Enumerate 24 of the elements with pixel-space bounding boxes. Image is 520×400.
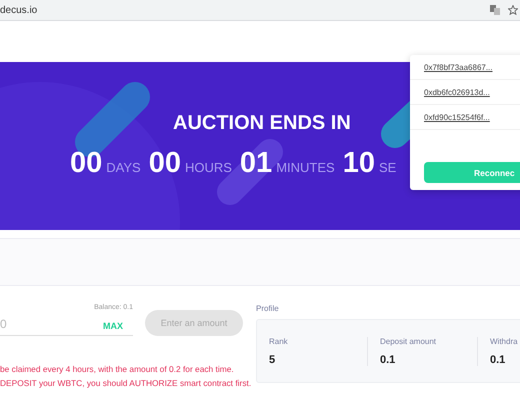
account-address-link[interactable]: 0x7f8bf73aa6867... [424,62,508,72]
url-text[interactable]: decus.io [0,4,490,16]
countdown-number: 01 [240,147,272,180]
stat-label: Rank [269,336,289,346]
countdown-number: 10 [342,147,375,180]
countdown-number: 00 [148,147,181,180]
countdown-unit: DAYS [106,160,141,175]
star-icon[interactable] [508,5,518,15]
profile-heading: Profile [256,304,280,313]
countdown-unit: MINUTES [276,160,335,175]
auction-title: AUCTION ENDS IN [173,112,351,135]
warning-text: DEPOSIT your WBTC, you should AUTHORIZE smart contract first. [0,378,252,388]
countdown-unit: HOURS [184,160,232,175]
stat-value: 0.1 [490,354,506,366]
countdown-number: 00 [70,147,102,180]
account-address-link[interactable]: 0xdb6fc026913d... [424,88,508,96]
warning-text: be claimed every 4 hours, with the amount of 0.2 for each time. [0,364,235,374]
account-address-link[interactable]: 0xfd90c15254f6f... [424,112,508,122]
stat-label: Deposit amount [380,336,438,346]
stat-value: 0.1 [380,354,396,366]
translate-icon[interactable] [490,5,500,15]
stat-value: 5 [269,354,276,366]
stat-label: Withdra [490,336,519,346]
countdown-unit: SE [378,160,396,175]
